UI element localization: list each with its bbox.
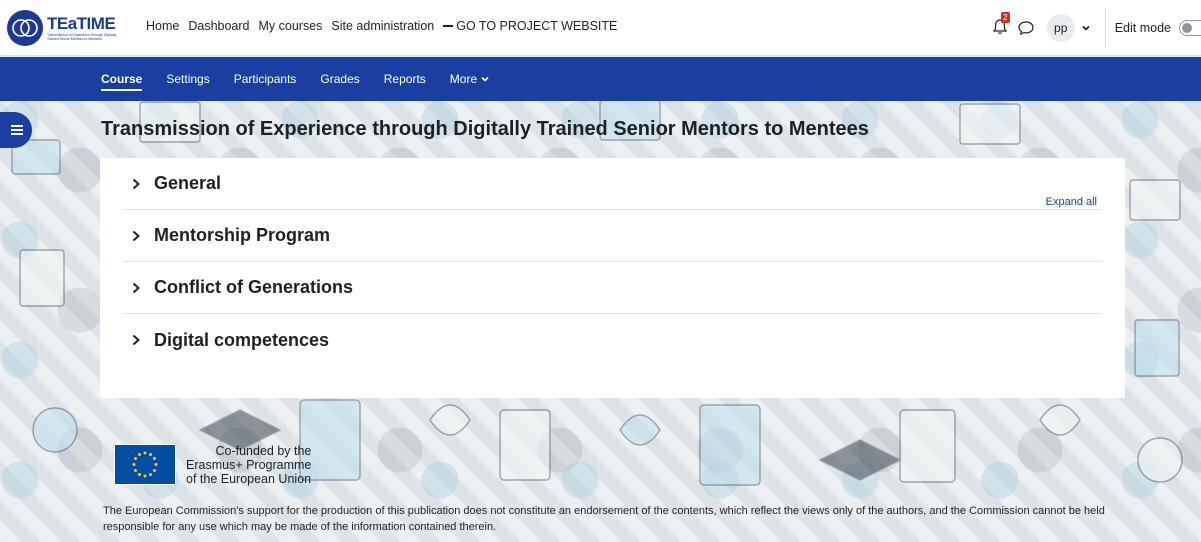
tab-more[interactable]: More — [450, 57, 490, 101]
section-digital-competences[interactable]: Digital competences — [123, 314, 1102, 366]
section-title: Mentorship Program — [154, 225, 331, 245]
site-logo[interactable]: TEaTIME Transmission of Experience throu… — [7, 10, 119, 46]
nav-project-website-link[interactable]: GO TO PROJECT WEBSITE — [443, 19, 626, 33]
toggle-knob — [1182, 23, 1192, 33]
edit-mode-label: Edit mode — [1114, 21, 1171, 35]
top-navbar: TEaTIME Transmission of Experience throu… — [0, 0, 1201, 56]
user-menu-chevron-down-icon[interactable] — [1081, 23, 1091, 33]
tab-participants[interactable]: Participants — [234, 57, 297, 101]
eu-text-line-3: of the European Union — [186, 472, 312, 486]
tab-course[interactable]: Course — [101, 57, 143, 101]
notification-count-badge: 2 — [1000, 12, 1010, 23]
tab-more-label: More — [449, 72, 478, 86]
section-mentorship-program[interactable]: Mentorship Program — [123, 210, 1102, 262]
course-secondary-navigation: Course Settings Participants Grades Repo… — [0, 57, 1201, 101]
logo-subtitle: Transmission of Experience through Digit… — [47, 33, 117, 41]
eu-text-line-1: Co-funded by the — [215, 444, 312, 458]
section-title: Digital competences — [154, 329, 330, 350]
logo-title: TEaTIME — [47, 14, 116, 33]
eu-disclaimer-text: The European Commission's support for th… — [103, 505, 1105, 533]
nav-site-administration-link[interactable]: Site administration — [331, 19, 434, 33]
logo-emblem-icon — [7, 10, 43, 46]
section-conflict-of-generations[interactable]: Conflict of Generations — [123, 262, 1102, 314]
nav-dashboard-link[interactable]: Dashboard — [188, 19, 249, 33]
nav-my-courses-link[interactable]: My courses — [259, 19, 323, 33]
user-avatar[interactable]: pp — [1046, 14, 1075, 42]
primary-navigation: Home Dashboard My courses Site administr… — [146, 19, 635, 33]
edit-mode-toggle[interactable] — [1179, 20, 1201, 36]
tab-grades[interactable]: Grades — [320, 57, 359, 101]
chevron-down-icon — [481, 76, 489, 82]
section-title: General — [154, 173, 222, 193]
page-title: Transmission of Experience through Digit… — [101, 118, 869, 140]
chevron-right-icon — [132, 230, 140, 241]
chevron-right-icon — [132, 178, 140, 189]
eu-text-line-2: Erasmus+ Programme — [186, 458, 312, 472]
expand-all-link[interactable]: Expand all — [1046, 196, 1097, 208]
eu-flag-icon — [114, 444, 176, 485]
user-navigation: 2 pp Edit mode — [991, 0, 1201, 56]
course-sections-card: Expand all General Mentorship Program Co… — [100, 158, 1125, 398]
notifications-button[interactable]: 2 — [991, 12, 1011, 38]
chevron-right-icon — [132, 282, 140, 293]
tab-settings[interactable]: Settings — [166, 57, 209, 101]
navbar-divider — [1104, 8, 1106, 48]
chevron-right-icon — [132, 334, 140, 346]
eu-cofunding-logo: Co-funded by the Erasmus+ Programme of t… — [114, 444, 311, 486]
section-title: Conflict of Generations — [154, 277, 354, 297]
section-general[interactable]: General — [123, 158, 1102, 210]
nav-home-link[interactable]: Home — [146, 19, 179, 33]
messages-icon[interactable] — [1017, 19, 1035, 37]
dash-icon — [443, 25, 454, 27]
list-icon — [11, 125, 23, 135]
tab-reports[interactable]: Reports — [384, 57, 426, 101]
project-link-label: GO TO PROJECT WEBSITE — [456, 19, 618, 33]
